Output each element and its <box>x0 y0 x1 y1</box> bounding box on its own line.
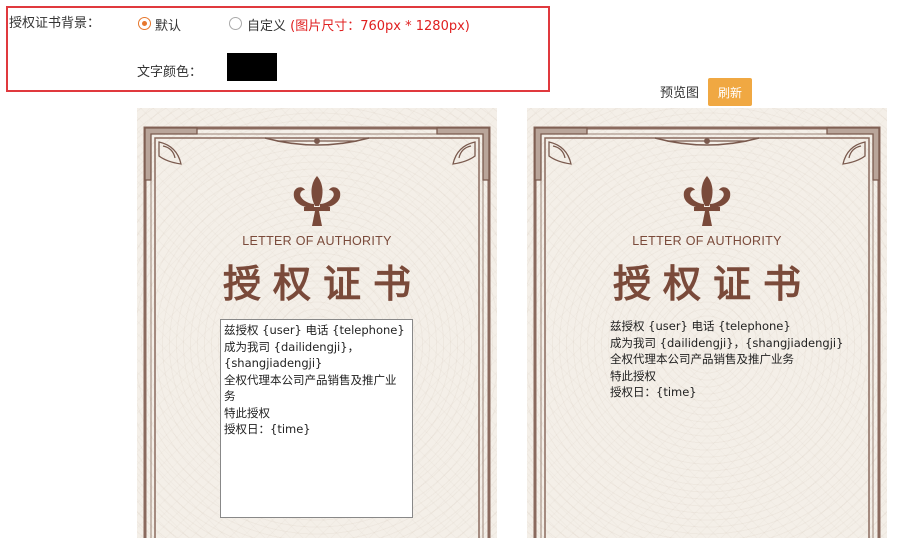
text-color-label: 文字颜色： <box>137 65 203 80</box>
certificate-editor-panel: LETTER OF AUTHORITY 授权证书 兹授权 {user} 电话 {… <box>137 108 497 538</box>
refresh-button[interactable]: 刷新 <box>708 78 752 106</box>
certificate-subtitle: LETTER OF AUTHORITY <box>632 234 782 248</box>
fleur-de-lis-icon <box>683 176 731 226</box>
preview-line: 特此授权 <box>610 368 656 383</box>
certificate-title: 授权证书 <box>222 262 423 306</box>
editor-line: 成为我司 {dailidengji}， <box>224 339 360 354</box>
radio-default[interactable] <box>138 17 151 30</box>
preview-label: 预览图 <box>660 86 700 101</box>
editor-line: 全权代理本公司产品销售及推广业 <box>224 372 397 387</box>
preview-line: 授权日：{time} <box>610 385 697 399</box>
background-label: 授权证书背景： <box>9 16 101 31</box>
custom-size-hint: (图片尺寸：760px * 1280px) <box>290 19 470 34</box>
fleur-de-lis-icon <box>293 176 341 226</box>
certificate-preview-panel: LETTER OF AUTHORITY 授权证书 兹授权 {user} 电话 {… <box>527 108 887 538</box>
radio-custom-label[interactable]: 自定义 <box>247 19 286 34</box>
certificate-text-editor[interactable]: 兹授权 {user} 电话 {telephone} 成为我司 {dailiden… <box>220 319 413 518</box>
radio-custom[interactable] <box>229 17 242 30</box>
editor-line: 兹授权 {user} 电话 {telephone} <box>224 323 405 337</box>
preview-line: 成为我司 {dailidengji}，{shangjiadengji} <box>610 335 844 350</box>
editor-line: 务 <box>224 389 236 403</box>
editor-line: {shangjiadengji} <box>224 356 323 370</box>
certificate-subtitle: LETTER OF AUTHORITY <box>242 234 392 248</box>
editor-line: 授权日：{time} <box>224 422 311 436</box>
certificate-title: 授权证书 <box>612 262 813 306</box>
editor-line: 特此授权 <box>224 405 270 420</box>
radio-custom-label-group: 自定义 (图片尺寸：760px * 1280px) <box>247 15 470 34</box>
preview-line: 全权代理本公司产品销售及推广业务 <box>610 352 794 366</box>
certificate-preview-text: 兹授权 {user} 电话 {telephone} 成为我司 {dailiden… <box>610 318 870 401</box>
text-color-swatch[interactable] <box>227 53 277 81</box>
radio-default-label[interactable]: 默认 <box>155 15 181 34</box>
preview-line: 兹授权 {user} 电话 {telephone} <box>610 319 791 333</box>
